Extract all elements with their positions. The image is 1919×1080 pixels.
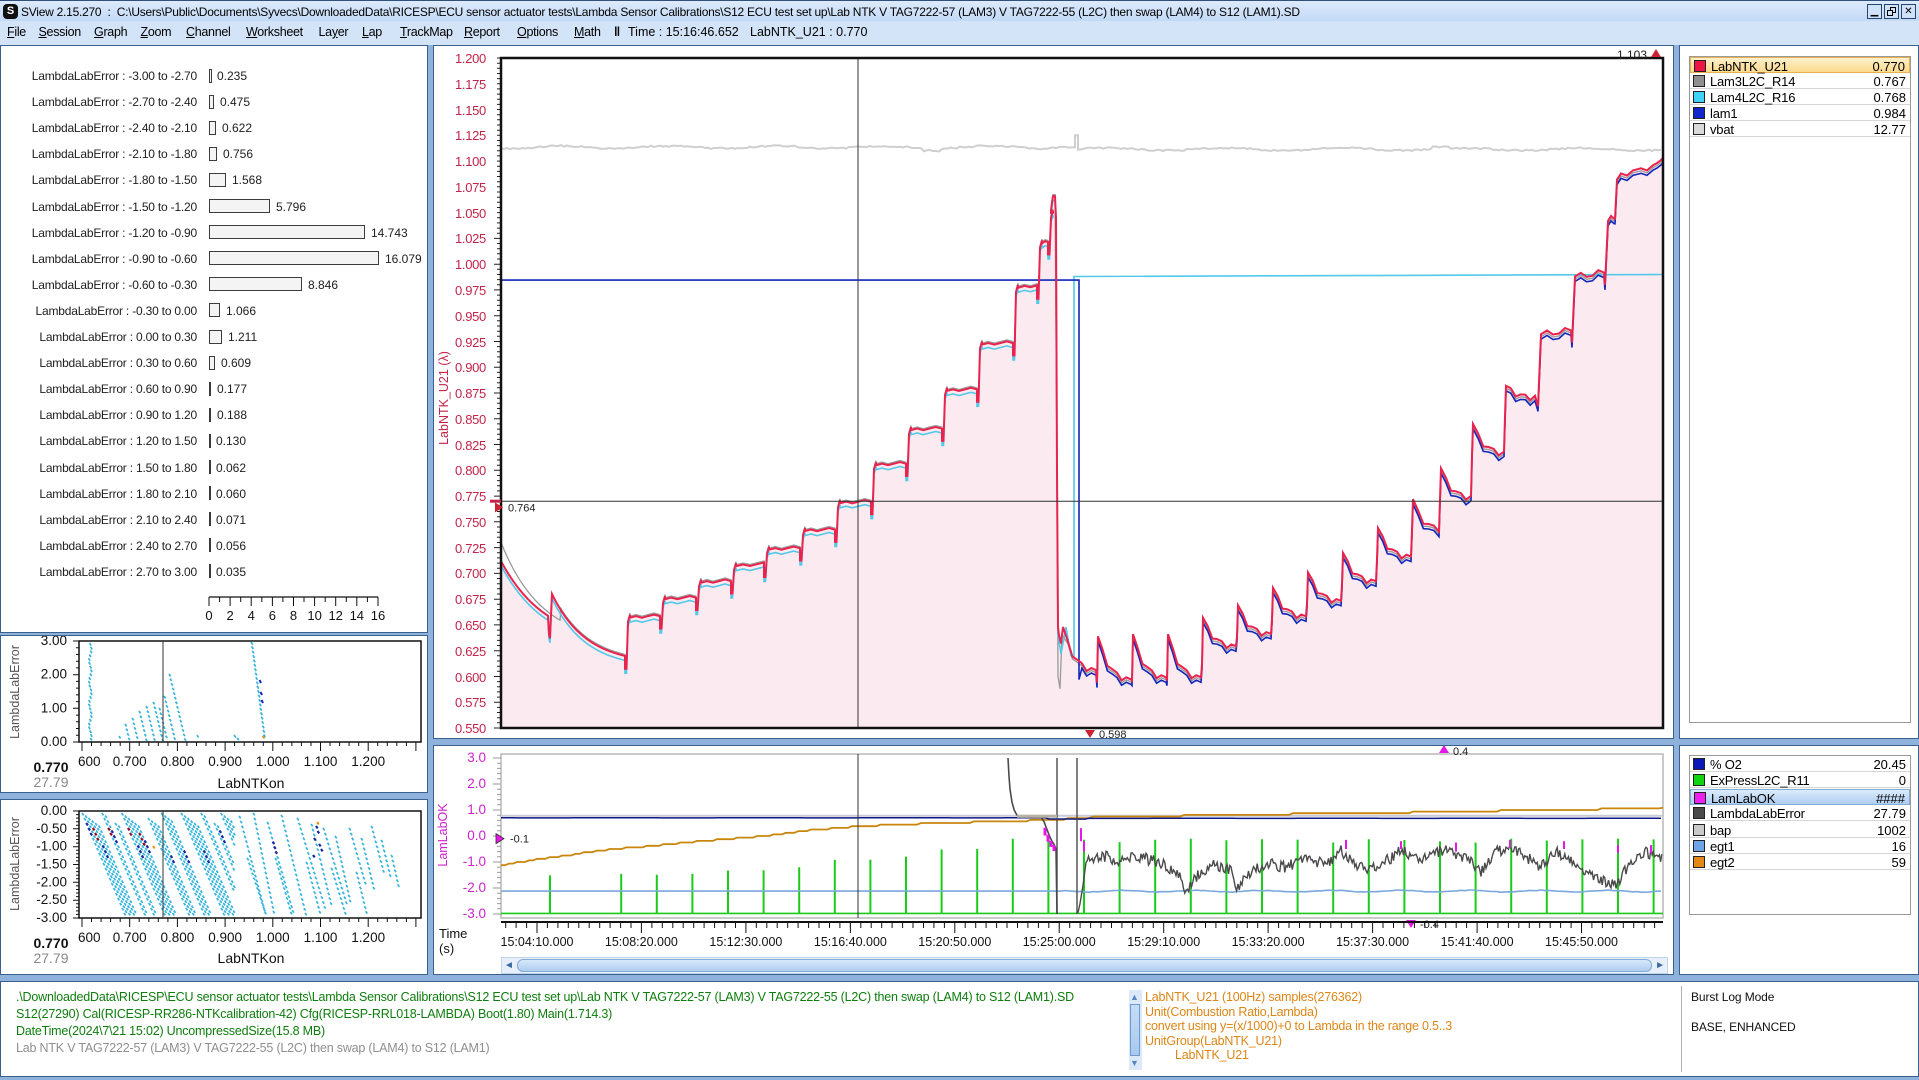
svg-text:-2.50: -2.50 (36, 892, 67, 907)
svg-text:15:45:50.000: 15:45:50.000 (1545, 935, 1618, 949)
svg-text:LambdaLabError: LambdaLabError (8, 645, 22, 739)
svg-text:1.000: 1.000 (256, 930, 290, 945)
svg-text:15:37:30.000: 15:37:30.000 (1336, 935, 1409, 949)
svg-text:0.770: 0.770 (33, 759, 68, 775)
svg-text:600: 600 (78, 930, 101, 945)
svg-text:6: 6 (269, 608, 276, 623)
svg-text:3.00: 3.00 (41, 636, 67, 648)
svg-text:LabNTKon: LabNTKon (218, 950, 285, 966)
svg-text:-1.50: -1.50 (36, 857, 67, 872)
svg-text:1.200: 1.200 (351, 930, 385, 945)
svg-text:15:12:30.000: 15:12:30.000 (709, 935, 782, 949)
svg-text:-0.1: -0.1 (510, 834, 529, 846)
svg-text:15:33:20.000: 15:33:20.000 (1232, 935, 1305, 949)
svg-text:-3.00: -3.00 (36, 910, 67, 925)
svg-text:15:16:40.000: 15:16:40.000 (814, 935, 887, 949)
svg-text:600: 600 (78, 754, 101, 769)
svg-text:0.770: 0.770 (33, 935, 68, 951)
svg-text:0.00: 0.00 (41, 803, 67, 818)
svg-text:0.800: 0.800 (161, 930, 195, 945)
svg-text:1.103: 1.103 (1617, 48, 1647, 62)
svg-text:15:41:40.000: 15:41:40.000 (1441, 935, 1514, 949)
svg-text:1.000: 1.000 (256, 754, 290, 769)
svg-text:27.79: 27.79 (33, 950, 68, 966)
svg-text:0.598: 0.598 (1099, 729, 1127, 740)
svg-text:0.700: 0.700 (113, 754, 147, 769)
svg-text:15:25:00.000: 15:25:00.000 (1023, 935, 1096, 949)
svg-text:16: 16 (371, 608, 385, 623)
svg-text:-0.4: -0.4 (1420, 919, 1439, 931)
svg-text:15:29:10.000: 15:29:10.000 (1127, 935, 1200, 949)
svg-text:0.764: 0.764 (508, 502, 536, 514)
svg-text:15:20:50.000: 15:20:50.000 (918, 935, 991, 949)
svg-text:1.100: 1.100 (304, 754, 338, 769)
svg-text:2: 2 (226, 608, 233, 623)
svg-text:15:08:20.000: 15:08:20.000 (605, 935, 678, 949)
svg-text:27.79: 27.79 (33, 774, 68, 790)
svg-text:LambdaLabError: LambdaLabError (8, 817, 22, 911)
svg-text:LabNTKon: LabNTKon (218, 775, 285, 791)
svg-text:4: 4 (248, 608, 255, 623)
svg-text:1.100: 1.100 (304, 930, 338, 945)
svg-text:15:04:10.000: 15:04:10.000 (501, 935, 574, 949)
svg-text:0: 0 (205, 608, 212, 623)
svg-text:1.00: 1.00 (41, 700, 67, 715)
svg-text:0.900: 0.900 (208, 930, 242, 945)
svg-text:-2.00: -2.00 (36, 874, 67, 889)
svg-text:0.700: 0.700 (113, 930, 147, 945)
svg-text:12: 12 (328, 608, 342, 623)
svg-text:0.00: 0.00 (41, 734, 67, 749)
svg-text:1.200: 1.200 (351, 754, 385, 769)
svg-text:0.900: 0.900 (208, 754, 242, 769)
svg-text:0.800: 0.800 (161, 754, 195, 769)
svg-text:0.4: 0.4 (1453, 746, 1468, 758)
svg-text:-1.00: -1.00 (36, 839, 67, 854)
svg-text:10: 10 (307, 608, 321, 623)
svg-text:8: 8 (290, 608, 297, 623)
svg-text:14: 14 (350, 608, 364, 623)
svg-text:-0.50: -0.50 (36, 821, 67, 836)
svg-text:2.00: 2.00 (41, 667, 67, 682)
